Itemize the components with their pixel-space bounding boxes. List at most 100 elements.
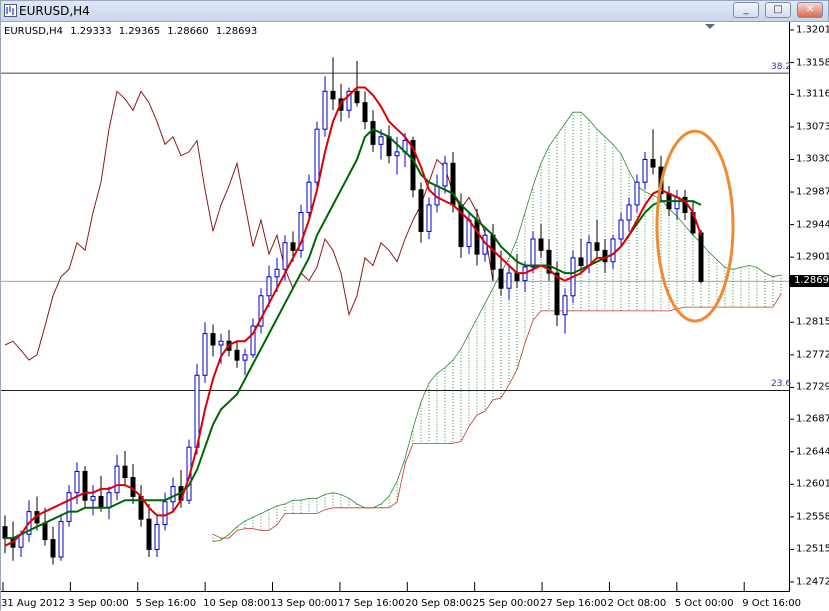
y-tick-label: 1.27720 [796, 349, 829, 361]
candle-body [114, 465, 120, 494]
candle-body [282, 242, 288, 270]
y-tick-label: 1.26010 [796, 478, 829, 490]
candle-body [314, 128, 320, 183]
candle-body [474, 219, 480, 255]
ohlc-open: 1.29333 [70, 26, 112, 37]
chart-window: EURUSD,H4 _ □ ✕ EURUSD,H4 1.29333 1.2936… [0, 0, 829, 611]
candle-body [218, 340, 224, 346]
candle-body [418, 189, 424, 232]
price-chart[interactable]: EURUSD,H4 1.29333 1.29365 1.28660 1.2869… [1, 22, 829, 611]
candle-body [370, 121, 376, 145]
candle-body [146, 518, 152, 550]
y-tick-label: 1.30300 [796, 153, 829, 165]
candle-body [538, 238, 544, 251]
symbol-label: EURUSD,H4 [4, 26, 64, 37]
candle-body [202, 333, 208, 376]
candle-body [602, 249, 608, 263]
candle-body [330, 90, 336, 100]
x-tick-label: 13 Sep 00:00 [270, 598, 338, 609]
candle-body [514, 272, 520, 282]
x-tick-label: 25 Sep 00:00 [472, 598, 540, 609]
candle-body [634, 181, 640, 206]
ohlc-close: 1.28693 [215, 26, 258, 37]
candle-body [394, 151, 400, 157]
candle-body [530, 238, 536, 268]
y-tick-label: 1.24720 [796, 576, 829, 588]
y-tick-label: 1.26870 [796, 413, 829, 425]
ohlc-low: 1.28660 [167, 26, 209, 37]
candle-body [234, 349, 240, 361]
candle-body [554, 272, 560, 316]
candle-body [242, 354, 248, 361]
candle-body [266, 276, 272, 297]
title-bar[interactable]: EURUSD,H4 _ □ ✕ [1, 1, 828, 22]
candle-body [426, 204, 432, 232]
candle-body [162, 501, 168, 525]
kijun-sen-line [5, 128, 702, 540]
y-tick-label: 1.30730 [796, 121, 829, 133]
candle-body [50, 539, 56, 558]
candle-body [610, 238, 616, 263]
ohlc-header: EURUSD,H4 1.29333 1.29365 1.28660 1.2869… [4, 26, 261, 37]
x-tick-label: 10 Sep 08:00 [203, 598, 270, 609]
candle-body [498, 268, 504, 289]
maximize-button[interactable]: □ [765, 2, 791, 18]
candle-body [466, 219, 472, 248]
candle-body [354, 90, 360, 104]
candle-body [618, 219, 624, 240]
candle-body [42, 522, 48, 541]
y-tick-label: 1.25580 [796, 511, 829, 523]
candle-body [290, 242, 296, 251]
candle-body [442, 162, 448, 187]
candle-body [58, 520, 64, 558]
chart-canvas [1, 29, 794, 592]
candle-body [642, 158, 648, 183]
senkou-span-b [212, 293, 782, 539]
y-tick-label: 1.31160 [796, 88, 829, 100]
chart-window-icon [4, 4, 17, 17]
candle-body [170, 486, 176, 503]
minimize-button[interactable]: _ [733, 2, 759, 18]
candle-body [82, 470, 88, 501]
y-tick-label: 1.26440 [796, 446, 829, 458]
candle-body [306, 181, 312, 213]
candle-body [130, 477, 136, 497]
candle-body [386, 136, 392, 157]
candle-body [450, 162, 456, 206]
window-title: EURUSD,H4 [19, 4, 90, 18]
x-tick-label: 27 Sep 16:00 [540, 598, 607, 609]
candle-body [586, 242, 592, 266]
candle-body [154, 523, 160, 550]
x-tick-label: 17 Sep 16:00 [337, 598, 405, 609]
senkou-span-a [212, 111, 782, 543]
current-price-tag: 1.28693 [790, 275, 829, 288]
candle-body [66, 492, 72, 522]
y-tick-label: 1.29440 [796, 219, 829, 231]
candle-body [90, 495, 96, 501]
x-tick-label: 9 Oct 16:00 [742, 598, 802, 609]
y-tick-label: 1.29010 [796, 251, 829, 263]
candle-body [698, 232, 704, 282]
fibo-level-label: 38.2 [771, 62, 792, 73]
candle-body [2, 526, 8, 539]
candle-body [578, 257, 584, 266]
x-tick-label: 20 Sep 08:00 [405, 598, 473, 609]
ohlc-high: 1.29365 [118, 26, 161, 37]
candle-body [274, 268, 280, 278]
candle-body [378, 136, 384, 145]
candle-body [122, 465, 128, 479]
candle-body [210, 333, 216, 346]
y-tick-label: 1.25150 [796, 543, 829, 555]
candle-body [562, 295, 568, 316]
x-tick-label: 3 Sep 00:00 [68, 598, 129, 609]
y-tick-label: 1.31580 [796, 57, 829, 69]
candle-body [362, 102, 368, 123]
close-button[interactable]: ✕ [797, 2, 823, 18]
candle-body [106, 492, 112, 509]
candle-body [74, 470, 80, 494]
y-tick-label: 1.32010 [796, 24, 829, 36]
y-tick-label: 1.29870 [796, 186, 829, 198]
x-tick-label: 5 Sep 16:00 [135, 598, 197, 609]
candle-body [650, 158, 656, 168]
candle-body [594, 242, 600, 251]
